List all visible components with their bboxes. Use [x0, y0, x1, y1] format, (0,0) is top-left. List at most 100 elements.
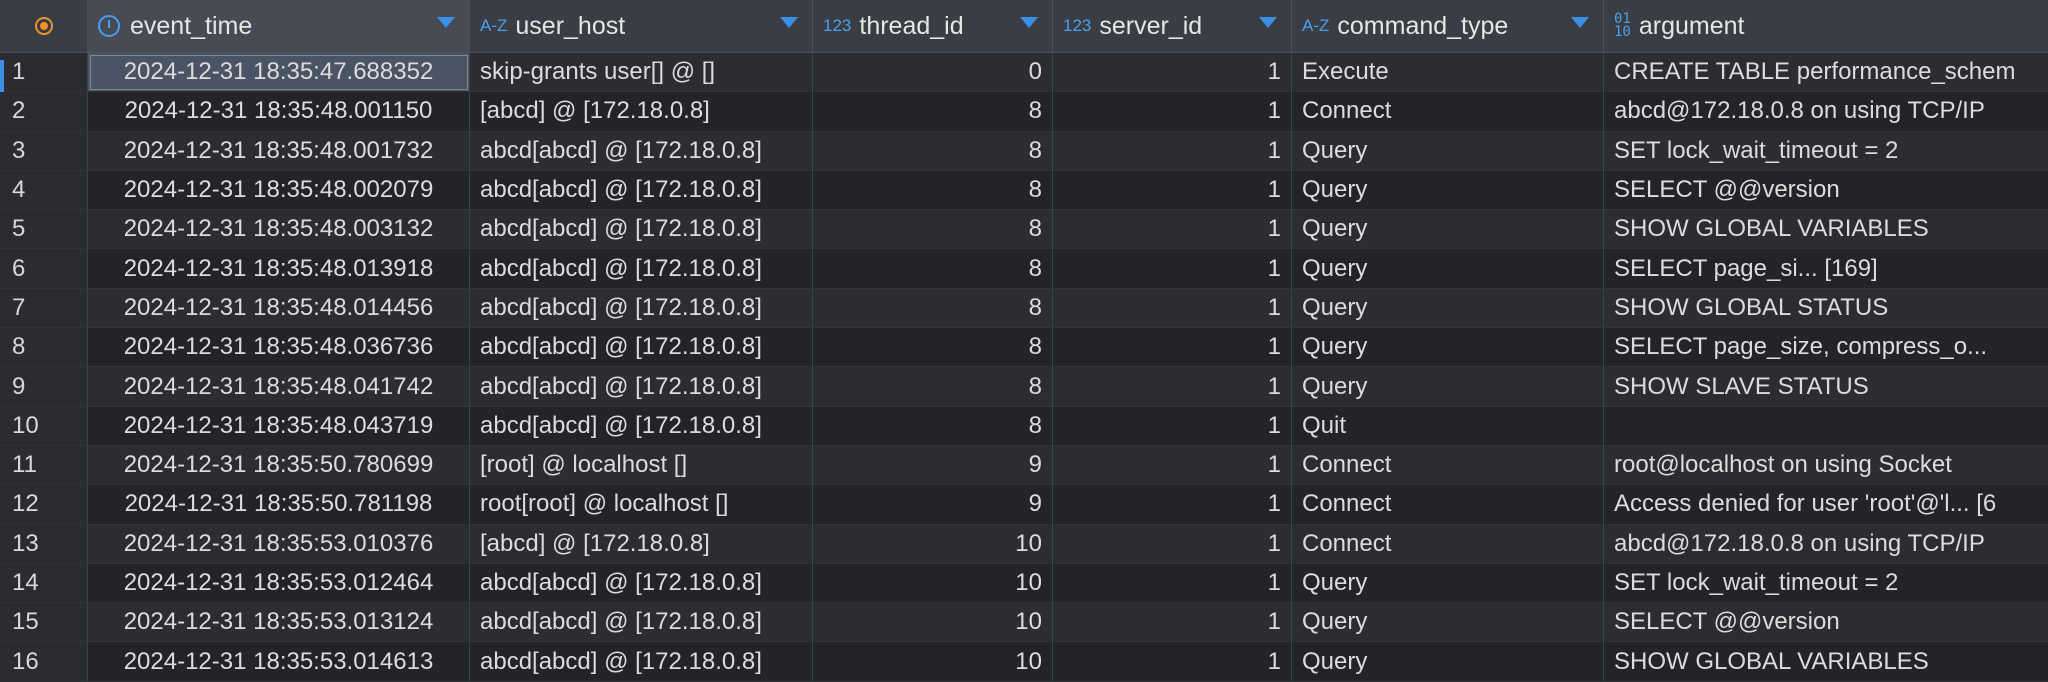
user-host-cell[interactable]: abcd[abcd] @ [172.18.0.8] — [470, 642, 813, 682]
user-host-cell[interactable]: [abcd] @ [172.18.0.8] — [470, 92, 813, 132]
row-number[interactable]: 7 — [0, 288, 88, 329]
server-id-cell[interactable]: 1 — [1053, 445, 1292, 486]
command-type-cell[interactable]: Query — [1292, 563, 1604, 604]
event-time-cell[interactable]: 2024-12-31 18:35:53.012464 — [88, 563, 470, 604]
event-time-cell[interactable]: 2024-12-31 18:35:48.041742 — [88, 367, 470, 407]
table-row[interactable]: 15 2024-12-31 18:35:53.013124 abcd[abcd] @… — [0, 603, 2048, 643]
argument-cell[interactable]: SHOW SLAVE STATUS — [1604, 367, 2048, 407]
thread-id-cell[interactable]: 10 — [813, 642, 1053, 682]
table-row[interactable]: 4 2024-12-31 18:35:48.002079 abcd[abcd] @ … — [0, 170, 2048, 211]
argument-cell[interactable] — [1604, 407, 2048, 446]
thread-id-cell[interactable]: 8 — [813, 406, 1053, 446]
event-time-cell[interactable]: 2024-12-31 18:35:48.013918 — [88, 249, 470, 289]
row-number[interactable]: 16 — [0, 642, 88, 682]
server-id-cell[interactable]: 1 — [1053, 288, 1292, 329]
table-row[interactable]: 12 2024-12-31 18:35:50.781198 root[root] @… — [0, 485, 2048, 525]
command-type-cell[interactable]: Connect — [1292, 445, 1604, 486]
server-id-cell[interactable]: 1 — [1053, 406, 1292, 446]
row-number[interactable]: 4 — [0, 170, 88, 211]
thread-id-cell[interactable]: 9 — [813, 445, 1053, 486]
thread-id-cell[interactable]: 8 — [813, 288, 1053, 329]
table-row[interactable]: 11 2024-12-31 18:35:50.780699 [root] @ loc… — [0, 445, 2048, 486]
sort-arrow-icon[interactable] — [1571, 17, 1589, 28]
row-number[interactable]: 13 — [0, 524, 88, 564]
command-type-cell[interactable]: Connect — [1292, 524, 1604, 564]
server-id-cell[interactable]: 1 — [1053, 92, 1292, 132]
row-number[interactable]: 8 — [0, 328, 88, 368]
server-id-cell[interactable]: 1 — [1053, 642, 1292, 682]
argument-cell[interactable]: SET lock_wait_timeout = 2 — [1604, 564, 2048, 604]
server-id-cell[interactable]: 1 — [1053, 210, 1292, 250]
user-host-cell[interactable]: abcd[abcd] @ [172.18.0.8] — [470, 367, 813, 407]
event-time-cell[interactable]: 2024-12-31 18:35:47.688352 — [88, 53, 470, 93]
column-header-command-type[interactable]: A-Z command_type — [1292, 0, 1604, 52]
argument-cell[interactable]: SET lock_wait_timeout = 2 — [1604, 132, 2048, 171]
command-type-cell[interactable]: Connect — [1292, 485, 1604, 525]
thread-id-cell[interactable]: 8 — [813, 131, 1053, 171]
server-id-cell[interactable]: 1 — [1053, 53, 1292, 93]
event-time-cell[interactable]: 2024-12-31 18:35:48.003132 — [88, 210, 470, 250]
command-type-cell[interactable]: Quit — [1292, 406, 1604, 446]
event-time-cell[interactable]: 2024-12-31 18:35:53.014613 — [88, 642, 470, 682]
row-number[interactable]: 5 — [0, 210, 88, 250]
column-header-server-id[interactable]: 123 server_id — [1053, 0, 1292, 52]
row-number[interactable]: 15 — [0, 603, 88, 643]
argument-cell[interactable]: abcd@172.18.0.8 on using TCP/IP — [1604, 92, 2048, 132]
argument-cell[interactable]: SHOW GLOBAL VARIABLES — [1604, 210, 2048, 250]
command-type-cell[interactable]: Query — [1292, 210, 1604, 250]
sort-arrow-icon[interactable] — [1259, 17, 1277, 28]
table-row[interactable]: 16 2024-12-31 18:35:53.014613 abcd[abcd] @… — [0, 642, 2048, 682]
table-row[interactable]: 7 2024-12-31 18:35:48.014456 abcd[abcd] @ … — [0, 288, 2048, 329]
thread-id-cell[interactable]: 8 — [813, 170, 1053, 211]
server-id-cell[interactable]: 1 — [1053, 131, 1292, 171]
server-id-cell[interactable]: 1 — [1053, 603, 1292, 643]
column-header-event-time[interactable]: event_time — [88, 0, 470, 52]
user-host-cell[interactable]: root[root] @ localhost [] — [470, 485, 813, 525]
table-row[interactable]: 13 2024-12-31 18:35:53.010376 [abcd] @ [17… — [0, 524, 2048, 564]
event-time-cell[interactable]: 2024-12-31 18:35:50.781198 — [88, 485, 470, 525]
thread-id-cell[interactable]: 8 — [813, 367, 1053, 407]
table-row[interactable]: 5 2024-12-31 18:35:48.003132 abcd[abcd] @ … — [0, 210, 2048, 250]
event-time-cell[interactable]: 2024-12-31 18:35:48.002079 — [88, 170, 470, 211]
user-host-cell[interactable]: abcd[abcd] @ [172.18.0.8] — [470, 288, 813, 329]
sort-arrow-icon[interactable] — [437, 17, 455, 28]
command-type-cell[interactable]: Query — [1292, 367, 1604, 407]
argument-cell[interactable]: SELECT @@version — [1604, 603, 2048, 643]
event-time-cell[interactable]: 2024-12-31 18:35:48.001150 — [88, 92, 470, 132]
thread-id-cell[interactable]: 8 — [813, 249, 1053, 289]
user-host-cell[interactable]: abcd[abcd] @ [172.18.0.8] — [470, 328, 813, 368]
event-time-cell[interactable]: 2024-12-31 18:35:48.014456 — [88, 288, 470, 329]
server-id-cell[interactable]: 1 — [1053, 563, 1292, 604]
table-row[interactable]: 2 2024-12-31 18:35:48.001150 [abcd] @ [172… — [0, 92, 2048, 132]
row-number[interactable]: 2 — [0, 92, 88, 132]
table-row[interactable]: 9 2024-12-31 18:35:48.041742 abcd[abcd] @ … — [0, 367, 2048, 407]
table-row[interactable]: 1 2024-12-31 18:35:47.688352 skip-grants u… — [0, 53, 2048, 93]
thread-id-cell[interactable]: 10 — [813, 524, 1053, 564]
thread-id-cell[interactable]: 0 — [813, 53, 1053, 93]
thread-id-cell[interactable]: 8 — [813, 210, 1053, 250]
table-row[interactable]: 6 2024-12-31 18:35:48.013918 abcd[abcd] @ … — [0, 249, 2048, 289]
user-host-cell[interactable]: abcd[abcd] @ [172.18.0.8] — [470, 603, 813, 643]
table-row[interactable]: 3 2024-12-31 18:35:48.001732 abcd[abcd] @ … — [0, 131, 2048, 171]
command-type-cell[interactable]: Connect — [1292, 92, 1604, 132]
server-id-cell[interactable]: 1 — [1053, 485, 1292, 525]
table-row[interactable]: 8 2024-12-31 18:35:48.036736 abcd[abcd] @ … — [0, 328, 2048, 368]
user-host-cell[interactable]: abcd[abcd] @ [172.18.0.8] — [470, 249, 813, 289]
command-type-cell[interactable]: Query — [1292, 170, 1604, 211]
user-host-cell[interactable]: abcd[abcd] @ [172.18.0.8] — [470, 210, 813, 250]
argument-cell[interactable]: root@localhost on using Socket — [1604, 446, 2048, 486]
row-number[interactable]: 14 — [0, 563, 88, 604]
event-time-cell[interactable]: 2024-12-31 18:35:53.010376 — [88, 524, 470, 564]
argument-cell[interactable]: SELECT @@version — [1604, 171, 2048, 211]
column-header-user-host[interactable]: A-Z user_host — [470, 0, 813, 52]
event-time-cell[interactable]: 2024-12-31 18:35:48.001732 — [88, 131, 470, 171]
server-id-cell[interactable]: 1 — [1053, 524, 1292, 564]
server-id-cell[interactable]: 1 — [1053, 170, 1292, 211]
server-id-cell[interactable]: 1 — [1053, 249, 1292, 289]
command-type-cell[interactable]: Execute — [1292, 53, 1604, 93]
user-host-cell[interactable]: [abcd] @ [172.18.0.8] — [470, 524, 813, 564]
row-number[interactable]: 12 — [0, 485, 88, 525]
command-type-cell[interactable]: Query — [1292, 288, 1604, 329]
event-time-cell[interactable]: 2024-12-31 18:35:50.780699 — [88, 445, 470, 486]
column-header-thread-id[interactable]: 123 thread_id — [813, 0, 1053, 52]
